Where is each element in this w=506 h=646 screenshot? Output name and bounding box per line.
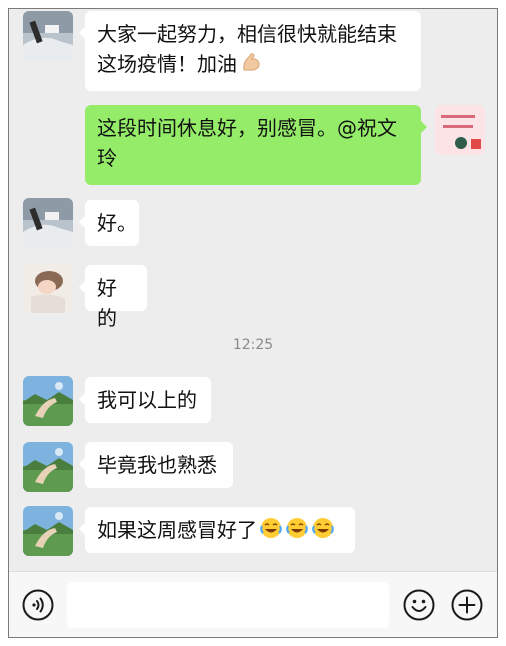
landscape-avatar-icon[interactable]: [23, 506, 73, 556]
input-bar: [9, 571, 497, 637]
message-line: 如果这周感冒好了: [97, 515, 343, 548]
plus-icon[interactable]: [451, 589, 483, 621]
message-line: 我可以上的: [97, 388, 197, 412]
message-line: 这场疫情！加油: [97, 49, 409, 82]
message-list[interactable]: 大家一起努力，相信很快就能结束 这场疫情！加油 这段时间休息好，别感冒。@祝文 …: [9, 9, 497, 571]
message-input[interactable]: [67, 582, 389, 628]
sticker-avatar-icon[interactable]: [435, 105, 485, 155]
crying-laughing-emoji: [311, 516, 335, 548]
crying-laughing-emoji: [259, 516, 283, 548]
landscape-avatar-icon[interactable]: [23, 442, 73, 492]
message-bubble[interactable]: 我可以上的: [79, 377, 211, 423]
message-bubble[interactable]: 这段时间休息好，别感冒。@祝文 玲: [85, 105, 427, 185]
car-avatar-icon[interactable]: [23, 198, 73, 248]
message-line: 毕竟我也熟悉: [97, 453, 217, 477]
crying-laughing-emoji: [285, 516, 309, 548]
message-line-text: 这场疫情！加油: [97, 52, 237, 76]
chat-window: 大家一起努力，相信很快就能结束 这场疫情！加油 这段时间休息好，别感冒。@祝文 …: [8, 8, 498, 638]
voice-icon[interactable]: [22, 589, 54, 621]
message-line-text: 如果这周感冒好了: [97, 518, 257, 542]
message-bubble[interactable]: 毕竟我也熟悉: [79, 442, 233, 488]
message-line: 玲: [97, 146, 117, 170]
message-line: 好的: [97, 276, 117, 330]
message-line: 好。: [97, 211, 137, 235]
message-bubble[interactable]: 大家一起努力，相信很快就能结束 这场疫情！加油: [79, 11, 421, 91]
smiley-icon[interactable]: [403, 589, 435, 621]
flexed-biceps-emoji: [239, 50, 263, 82]
message-line: 大家一起努力，相信很快就能结束: [97, 22, 397, 46]
message-timestamp: 12:25: [232, 337, 274, 353]
message-bubble[interactable]: 好的: [79, 265, 147, 330]
message-bubble[interactable]: 好。: [79, 200, 139, 246]
message-bubble[interactable]: 如果这周感冒好了: [79, 507, 355, 553]
girl-avatar-icon[interactable]: [23, 263, 73, 313]
car-avatar-icon[interactable]: [23, 11, 73, 61]
landscape-avatar-icon[interactable]: [23, 376, 73, 426]
message-line: 这段时间休息好，别感冒。@祝文: [97, 116, 397, 140]
